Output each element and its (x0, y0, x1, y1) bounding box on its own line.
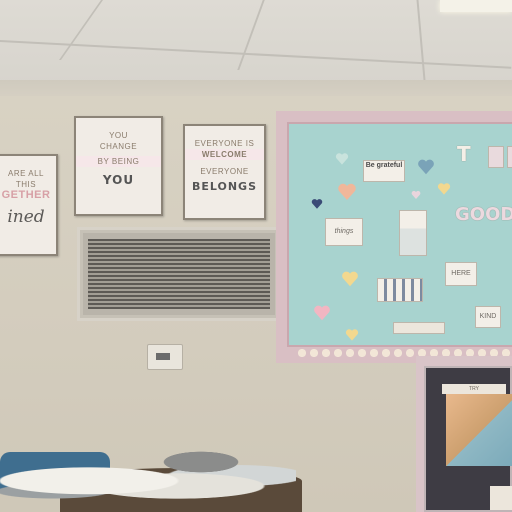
poster-text-highlight: GETHER (1, 189, 51, 201)
heart-icon (314, 305, 330, 321)
poster-script-text: ined (7, 207, 45, 227)
ceiling-grid-line (0, 40, 512, 69)
board-card-kind: KIND (475, 306, 501, 328)
poster-change: YOU CHANGE BY BEING YOU (74, 116, 163, 216)
poster-big-text: BELONGS (191, 180, 258, 193)
board-word-good: GOOD (455, 204, 512, 225)
board-strip (393, 322, 445, 334)
ceiling-light (440, 0, 512, 12)
ceiling-grid-line (416, 0, 426, 80)
ceiling-grid-line (58, 0, 104, 60)
poster-text: EVERYONE (200, 167, 249, 176)
heart-icon (311, 199, 323, 209)
air-vent (77, 227, 281, 321)
vent-grille (88, 239, 270, 309)
board-title-tile (507, 146, 512, 168)
table-clutter (136, 444, 266, 474)
poster-text-highlight: WELCOME (185, 149, 264, 160)
board-card-here: HERE (445, 262, 477, 286)
poster-big-text: YOU (102, 173, 135, 187)
ceiling-grid-line (237, 0, 265, 70)
thermostat (147, 344, 183, 370)
heart-icon (342, 271, 358, 287)
poster-text: ARE ALL (8, 169, 44, 178)
heart-icon (418, 159, 434, 175)
board-secondary-label: TRY (442, 384, 506, 394)
bulletin-board-background: T GOOD Be grateful things HERE KIND (287, 122, 512, 347)
poster-together: ARE ALL THIS GETHER ined (0, 154, 58, 256)
heart-icon (411, 190, 421, 199)
heart-icon (335, 153, 349, 165)
heart-icon (338, 183, 356, 200)
poster-text: CHANGE (99, 142, 138, 151)
board-card-things: things (325, 218, 363, 246)
board-title-tile (488, 146, 504, 168)
heart-icon (437, 183, 451, 195)
bulletin-board-secondary: TRY (416, 356, 512, 512)
poster-text-highlight: BY BEING (76, 156, 161, 167)
board-secondary-background: TRY (424, 366, 512, 512)
thermostat-display (156, 353, 170, 360)
board-title-letters: T (457, 142, 471, 166)
heart-icon (345, 329, 359, 341)
board-card-rainbow (399, 210, 427, 256)
board-card-grid (377, 278, 423, 302)
bulletin-board: T GOOD Be grateful things HERE KIND (276, 111, 512, 363)
board-secondary-card (490, 486, 512, 510)
poster-belongs: EVERYONE IS WELCOME EVERYONE BELONGS (183, 124, 266, 220)
board-card-grateful: Be grateful (363, 160, 405, 182)
poster-text: YOU (109, 131, 128, 140)
board-secondary-poster (446, 394, 512, 466)
poster-text: EVERYONE IS (194, 139, 255, 148)
